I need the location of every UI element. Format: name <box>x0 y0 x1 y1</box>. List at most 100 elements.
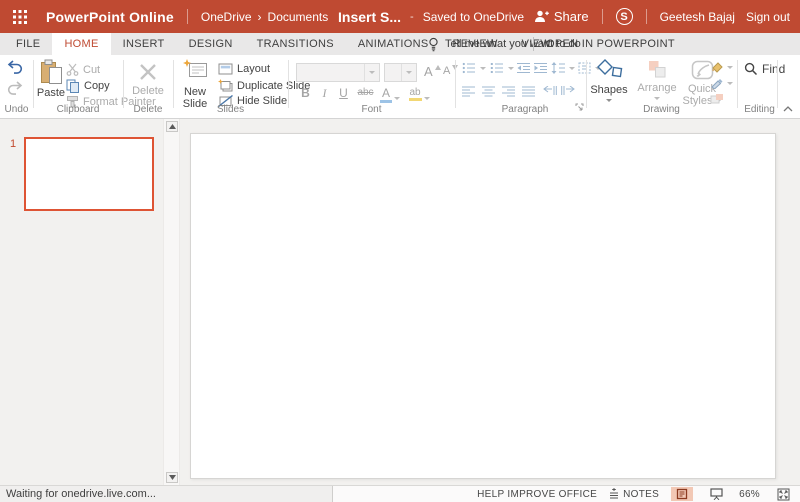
underline-glyph: U <box>339 86 348 100</box>
shapes-button[interactable]: Shapes <box>588 59 630 102</box>
slide-thumbnail-1[interactable] <box>24 137 154 211</box>
lightbulb-icon <box>429 37 438 51</box>
shape-outline-button[interactable] <box>710 77 733 89</box>
tab-design[interactable]: DESIGN <box>177 33 245 55</box>
share-button[interactable]: Share <box>534 9 589 24</box>
align-left-button[interactable] <box>462 86 475 97</box>
numbering-icon <box>490 63 503 73</box>
right-to-left-icon <box>543 86 557 95</box>
notes-label: NOTES <box>623 488 660 500</box>
user-name[interactable]: Geetesh Bajaj <box>660 10 735 24</box>
app-launcher-icon[interactable] <box>0 0 40 33</box>
arrange-icon <box>648 61 665 78</box>
fit-slide-to-window-button[interactable] <box>772 487 794 501</box>
font-color-dropdown-icon[interactable] <box>394 86 400 103</box>
open-in-powerpoint-button[interactable]: OPEN IN POWERPOINT <box>546 33 675 55</box>
breadcrumb-separator: › <box>257 9 262 24</box>
underline-button[interactable]: U <box>334 86 353 100</box>
font-color-glyph: A <box>381 86 390 100</box>
group-divider <box>586 60 587 108</box>
header-divider <box>645 9 647 24</box>
line-spacing-icon <box>551 62 565 74</box>
font-color-bar <box>380 100 392 103</box>
tab-file[interactable]: FILE <box>4 33 52 55</box>
tab-animations[interactable]: ANIMATIONS <box>346 33 441 55</box>
shape-fill-button[interactable] <box>710 61 733 73</box>
align-center-icon <box>482 86 495 97</box>
right-to-left-button[interactable] <box>543 86 557 97</box>
align-right-icon <box>502 86 515 97</box>
tab-insert[interactable]: INSERT <box>111 33 177 55</box>
bullets-button[interactable] <box>462 62 486 74</box>
redo-button[interactable] <box>7 81 23 95</box>
arrange-button[interactable]: Arrange <box>634 59 680 100</box>
shape-fill-icon <box>712 62 723 73</box>
sign-out-link[interactable]: Sign out <box>746 10 790 24</box>
italic-button[interactable]: I <box>315 86 334 101</box>
editing-view-icon <box>676 488 688 500</box>
group-divider <box>33 60 34 108</box>
status-bar: Waiting for onedrive.live.com... HELP IM… <box>0 485 800 502</box>
collapse-ribbon-button[interactable] <box>783 103 793 115</box>
skype-icon[interactable]: S <box>615 8 633 25</box>
document-title[interactable]: Insert S... <box>338 9 401 25</box>
panel-scrollbar[interactable] <box>163 119 180 485</box>
duplicate-slide-icon <box>218 79 233 92</box>
increase-indent-button[interactable] <box>534 62 547 74</box>
paste-label: Paste <box>36 87 66 99</box>
cut-button[interactable]: Cut <box>66 63 100 76</box>
new-slide-button[interactable]: New Slide <box>177 59 213 110</box>
numbering-button[interactable] <box>490 62 514 74</box>
align-center-button[interactable] <box>482 86 495 97</box>
editing-view-button[interactable] <box>671 487 694 501</box>
scroll-up-button[interactable] <box>166 121 178 132</box>
highlight-glyph: ab <box>409 87 421 98</box>
line-spacing-button[interactable] <box>551 62 575 74</box>
bold-glyph: B <box>301 86 310 100</box>
notes-button[interactable]: NOTES <box>609 488 659 500</box>
tab-transitions[interactable]: TRANSITIONS <box>245 33 346 55</box>
highlight-button[interactable]: ab <box>406 86 424 101</box>
help-improve-office-link[interactable]: HELP IMPROVE OFFICE <box>477 489 597 500</box>
shapes-label: Shapes <box>590 84 628 96</box>
paragraph-dialog-launcher[interactable] <box>575 103 584 115</box>
paste-button[interactable]: Paste <box>36 59 66 99</box>
font-size-combo[interactable] <box>384 63 417 82</box>
grow-font-button[interactable]: A <box>424 64 441 79</box>
zoom-level[interactable]: 66% <box>739 489 760 500</box>
copy-button[interactable]: Copy <box>66 79 110 93</box>
scroll-up-arrow-icon <box>168 124 176 129</box>
bullets-icon <box>462 62 475 74</box>
group-label-font: Font <box>361 104 382 115</box>
scroll-down-button[interactable] <box>166 472 178 483</box>
find-button[interactable]: Find <box>744 62 785 76</box>
slide-editing-canvas[interactable] <box>190 133 776 479</box>
shrink-font-button[interactable]: A <box>443 64 459 77</box>
font-name-combo[interactable] <box>296 63 380 82</box>
group-label-clipboard: Clipboard <box>56 104 100 115</box>
highlight-dropdown-icon[interactable] <box>424 86 430 103</box>
slideshow-view-button[interactable] <box>705 487 727 501</box>
delete-button[interactable]: Delete <box>127 61 169 97</box>
delete-label: Delete <box>132 85 164 97</box>
grow-font-glyph: A <box>424 64 433 79</box>
tab-home[interactable]: HOME <box>52 33 111 55</box>
layout-button[interactable]: Layout <box>218 63 270 75</box>
justify-icon <box>522 86 535 97</box>
left-to-right-button[interactable] <box>561 86 575 97</box>
decrease-indent-button[interactable] <box>517 62 530 74</box>
undo-button[interactable] <box>7 60 23 74</box>
align-right-button[interactable] <box>502 86 515 97</box>
breadcrumb-root[interactable]: OneDrive <box>201 10 252 24</box>
workspace: 1 <box>0 119 800 485</box>
font-name-dropdown-icon[interactable] <box>364 64 379 81</box>
strikethrough-button[interactable]: abc <box>353 86 378 98</box>
find-label: Find <box>762 62 786 76</box>
breadcrumb-current[interactable]: Documents <box>268 10 329 24</box>
bold-button[interactable]: B <box>296 86 315 100</box>
justify-button[interactable] <box>522 86 535 97</box>
copy-icon <box>66 79 79 93</box>
font-size-dropdown-icon[interactable] <box>401 64 416 81</box>
font-color-button[interactable]: A <box>378 86 394 103</box>
breadcrumb[interactable]: OneDrive › Documents <box>201 10 328 24</box>
